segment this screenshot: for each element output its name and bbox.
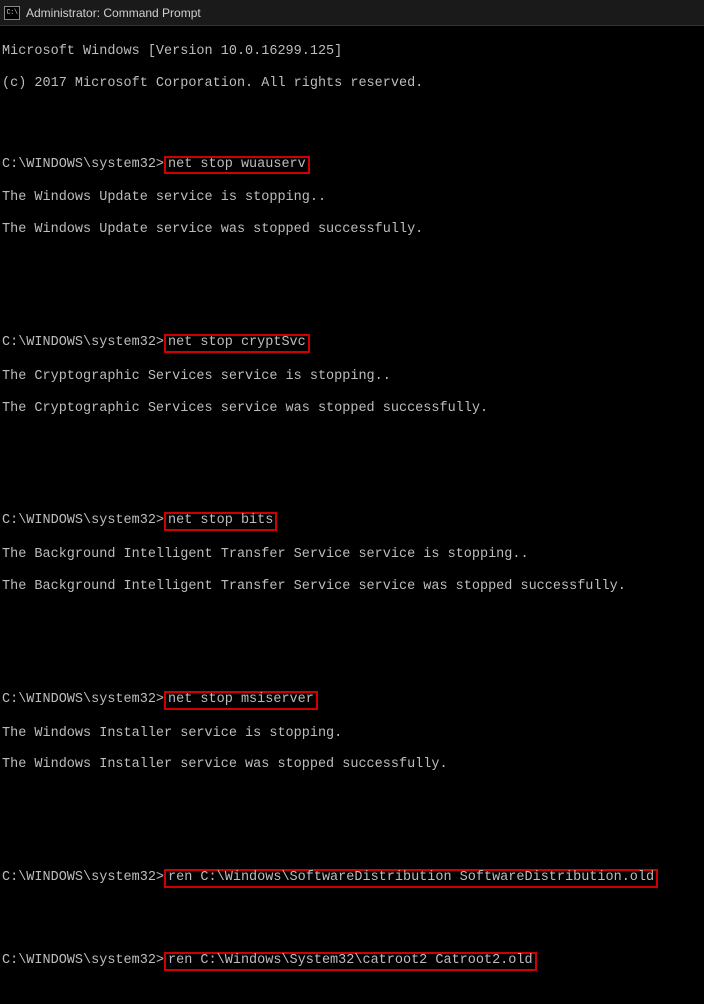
copyright-line: (c) 2017 Microsoft Corporation. All righ…: [2, 76, 702, 92]
prompt: C:\WINDOWS\system32>: [2, 335, 164, 350]
version-line: Microsoft Windows [Version 10.0.16299.12…: [2, 44, 702, 60]
command-line-6: C:\WINDOWS\system32>ren C:\Windows\Syste…: [2, 952, 702, 971]
blank-line: [2, 108, 702, 124]
highlighted-command: net stop cryptSvc: [164, 334, 310, 353]
command-line-5: C:\WINDOWS\system32>ren C:\Windows\Softw…: [2, 869, 702, 888]
output-line: The Windows Installer service was stoppe…: [2, 757, 702, 773]
prompt: C:\WINDOWS\system32>: [2, 953, 164, 968]
blank-line: [2, 433, 702, 449]
output-line: The Windows Installer service is stoppin…: [2, 726, 702, 742]
output-line: The Cryptographic Services service was s…: [2, 401, 702, 417]
output-line: The Windows Update service is stopping..: [2, 190, 702, 206]
blank-line: [2, 821, 702, 837]
highlighted-command: net stop wuauserv: [164, 156, 310, 175]
blank-line: [2, 286, 702, 302]
highlighted-command: net stop bits: [164, 512, 277, 531]
command-line-2: C:\WINDOWS\system32>net stop cryptSvc: [2, 334, 702, 353]
output-line: The Background Intelligent Transfer Serv…: [2, 547, 702, 563]
output-line: The Background Intelligent Transfer Serv…: [2, 579, 702, 595]
blank-line: [2, 643, 702, 659]
prompt: C:\WINDOWS\system32>: [2, 513, 164, 528]
prompt: C:\WINDOWS\system32>: [2, 692, 164, 707]
blank-line: [2, 789, 702, 805]
blank-line: [2, 465, 702, 481]
highlighted-command: net stop msiserver: [164, 691, 318, 710]
blank-line: [2, 986, 702, 1002]
output-line: The Windows Update service was stopped s…: [2, 222, 702, 238]
window-titlebar[interactable]: C:\ Administrator: Command Prompt: [0, 0, 704, 26]
highlighted-command: ren C:\Windows\System32\catroot2 Catroot…: [164, 952, 537, 971]
command-line-4: C:\WINDOWS\system32>net stop msiserver: [2, 691, 702, 710]
prompt: C:\WINDOWS\system32>: [2, 157, 164, 172]
command-line-1: C:\WINDOWS\system32>net stop wuauserv: [2, 156, 702, 175]
blank-line: [2, 254, 702, 270]
output-line: The Cryptographic Services service is st…: [2, 369, 702, 385]
window-title: Administrator: Command Prompt: [26, 6, 201, 20]
prompt: C:\WINDOWS\system32>: [2, 870, 164, 885]
terminal-output[interactable]: Microsoft Windows [Version 10.0.16299.12…: [0, 26, 704, 1004]
blank-line: [2, 611, 702, 627]
cmd-icon: C:\: [4, 6, 20, 20]
blank-line: [2, 904, 702, 920]
command-line-3: C:\WINDOWS\system32>net stop bits: [2, 512, 702, 531]
highlighted-command: ren C:\Windows\SoftwareDistribution Soft…: [164, 869, 658, 888]
